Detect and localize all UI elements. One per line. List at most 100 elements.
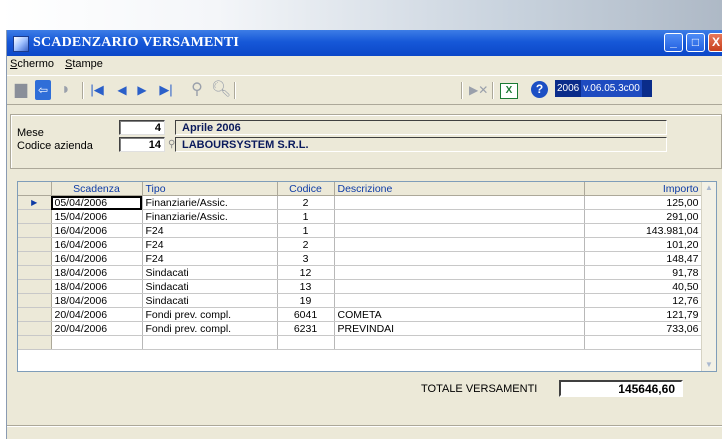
- row-indicator[interactable]: [18, 223, 52, 238]
- cell-descrizione[interactable]: [334, 293, 585, 308]
- cell-scadenza[interactable]: 20/04/2006: [51, 307, 143, 322]
- cell-scadenza[interactable]: 18/04/2006: [51, 265, 143, 280]
- cell-scadenza[interactable]: 16/04/2006: [51, 237, 143, 252]
- cell-codice[interactable]: 6041: [277, 307, 335, 322]
- cell-tipo[interactable]: Sindacati: [142, 279, 278, 294]
- column-header-tipo[interactable]: Tipo: [142, 182, 278, 196]
- next-record-icon[interactable]: ▶: [135, 80, 149, 100]
- cell-codice[interactable]: 3: [277, 251, 335, 266]
- cell-scadenza[interactable]: 15/04/2006: [51, 209, 143, 224]
- cell-descrizione[interactable]: COMETA: [334, 307, 585, 322]
- row-indicator[interactable]: [18, 321, 52, 336]
- excel-icon[interactable]: X: [500, 83, 518, 99]
- minimize-button[interactable]: _: [664, 33, 683, 52]
- cell-tipo[interactable]: Finanziarie/Assic.: [142, 195, 278, 210]
- empty-cell[interactable]: [142, 335, 278, 350]
- table-row[interactable]: 18/04/2006 Sindacati 19 12,76: [18, 293, 703, 308]
- table-row[interactable]: 20/04/2006 Fondi prev. compl. 6231 PREVINDA…: [18, 321, 703, 336]
- cell-scadenza[interactable]: 16/04/2006: [51, 251, 143, 266]
- cell-tipo[interactable]: F24: [142, 237, 278, 252]
- current-row-arrow-icon[interactable]: ▶: [18, 195, 52, 210]
- table-row[interactable]: 16/04/2006 F24 2 101,20: [18, 237, 703, 252]
- title-bar[interactable]: SCADENZARIO VERSAMENTI _ □ X: [7, 30, 722, 56]
- cell-tipo[interactable]: F24: [142, 223, 278, 238]
- cell-descrizione[interactable]: PREVINDAI: [334, 321, 585, 336]
- cell-importo[interactable]: 101,20: [584, 237, 703, 252]
- empty-cell[interactable]: [334, 335, 585, 350]
- menu-schermo[interactable]: Schermo: [10, 58, 54, 70]
- empty-cell[interactable]: [18, 335, 52, 350]
- cell-tipo[interactable]: Sindacati: [142, 265, 278, 280]
- save-icon[interactable]: ▆: [13, 80, 29, 100]
- row-indicator[interactable]: [18, 209, 52, 224]
- row-indicator[interactable]: [18, 265, 52, 280]
- cell-tipo[interactable]: F24: [142, 251, 278, 266]
- cell-scadenza[interactable]: 18/04/2006: [51, 279, 143, 294]
- row-indicator[interactable]: [18, 237, 52, 252]
- column-header-codice[interactable]: Codice: [277, 182, 335, 196]
- empty-cell[interactable]: [277, 335, 335, 350]
- cell-scadenza[interactable]: 16/04/2006: [51, 223, 143, 238]
- column-header-importo[interactable]: Importo: [584, 182, 703, 196]
- column-header-scadenza[interactable]: Scadenza: [51, 182, 143, 196]
- cell-descrizione[interactable]: [334, 265, 585, 280]
- cell-importo[interactable]: 12,76: [584, 293, 703, 308]
- cell-importo[interactable]: 148,47: [584, 251, 703, 266]
- table-row-empty[interactable]: [18, 335, 703, 350]
- cell-scadenza[interactable]: 20/04/2006: [51, 321, 143, 336]
- table-row[interactable]: 16/04/2006 F24 1 143.981,04: [18, 223, 703, 238]
- cell-codice[interactable]: 13: [277, 279, 335, 294]
- cell-importo[interactable]: 291,00: [584, 209, 703, 224]
- cell-importo[interactable]: 121,79: [584, 307, 703, 322]
- scroll-down-icon[interactable]: ▼: [704, 360, 714, 370]
- versamenti-grid[interactable]: Scadenza Tipo Codice Descrizione Importo…: [17, 181, 717, 372]
- delete-icon[interactable]: ▶✕: [469, 80, 488, 100]
- cell-codice[interactable]: 6231: [277, 321, 335, 336]
- cell-importo[interactable]: 125,00: [584, 195, 703, 210]
- column-header-descrizione[interactable]: Descrizione: [334, 182, 585, 196]
- cell-codice[interactable]: 2: [277, 195, 335, 210]
- cell-codice[interactable]: 19: [277, 293, 335, 308]
- row-indicator[interactable]: [18, 251, 52, 266]
- table-row[interactable]: 18/04/2006 Sindacati 13 40,50: [18, 279, 703, 294]
- help-icon[interactable]: ?: [531, 81, 548, 98]
- cell-importo[interactable]: 733,06: [584, 321, 703, 336]
- cell-tipo[interactable]: Finanziarie/Assic.: [142, 209, 278, 224]
- azienda-input[interactable]: 14: [119, 137, 165, 152]
- cell-descrizione[interactable]: [334, 279, 585, 294]
- search-icon[interactable]: 🔍︎: [211, 80, 231, 100]
- row-indicator[interactable]: [18, 279, 52, 294]
- table-row[interactable]: 15/04/2006 Finanziarie/Assic. 1 291,00: [18, 209, 703, 224]
- cell-codice[interactable]: 1: [277, 223, 335, 238]
- empty-cell[interactable]: [51, 335, 143, 350]
- book-icon[interactable]: ◗: [57, 80, 75, 100]
- cell-importo[interactable]: 91,78: [584, 265, 703, 280]
- cell-importo[interactable]: 40,50: [584, 279, 703, 294]
- cell-descrizione[interactable]: [334, 209, 585, 224]
- scroll-up-icon[interactable]: ▲: [704, 183, 714, 193]
- table-row[interactable]: 16/04/2006 F24 3 148,47: [18, 251, 703, 266]
- cell-tipo[interactable]: Sindacati: [142, 293, 278, 308]
- last-record-icon[interactable]: ▶|: [157, 80, 175, 100]
- empty-cell[interactable]: [584, 335, 703, 350]
- maximize-button[interactable]: □: [686, 33, 705, 52]
- cell-importo[interactable]: 143.981,04: [584, 223, 703, 238]
- cell-codice[interactable]: 12: [277, 265, 335, 280]
- table-row[interactable]: ▶ 05/04/2006 Finanziarie/Assic. 2 125,00: [18, 195, 703, 210]
- cell-descrizione[interactable]: [334, 237, 585, 252]
- first-record-icon[interactable]: |◀: [89, 80, 105, 100]
- back-icon[interactable]: ⇦: [35, 80, 51, 100]
- cell-descrizione[interactable]: [334, 223, 585, 238]
- cell-codice[interactable]: 1: [277, 209, 335, 224]
- vertical-scrollbar[interactable]: ▲ ▼: [701, 182, 716, 371]
- binoculars-icon[interactable]: ⚲: [187, 80, 207, 100]
- cell-scadenza[interactable]: 05/04/2006: [51, 195, 143, 210]
- menu-stampe[interactable]: Stampe: [65, 58, 103, 70]
- row-indicator[interactable]: [18, 293, 52, 308]
- previous-record-icon[interactable]: ◀: [115, 80, 129, 100]
- cell-codice[interactable]: 2: [277, 237, 335, 252]
- cell-scadenza[interactable]: 18/04/2006: [51, 293, 143, 308]
- mese-input[interactable]: 4: [119, 120, 165, 135]
- cell-tipo[interactable]: Fondi prev. compl.: [142, 321, 278, 336]
- cell-tipo[interactable]: Fondi prev. compl.: [142, 307, 278, 322]
